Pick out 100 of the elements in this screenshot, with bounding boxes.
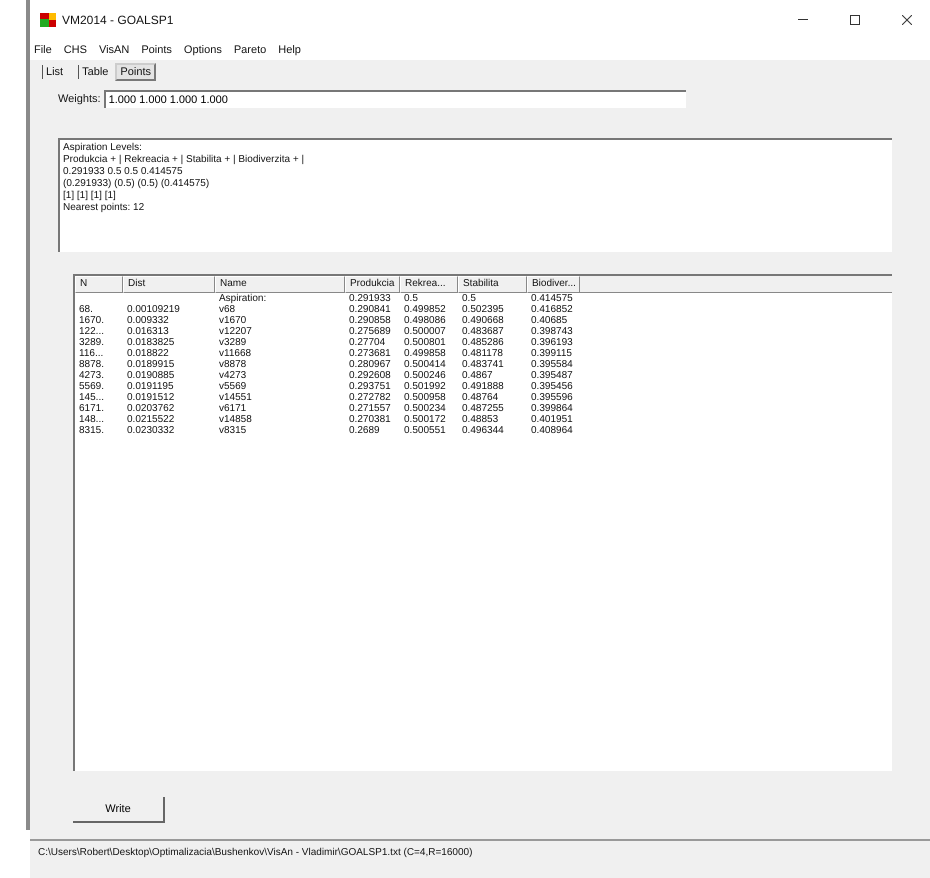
- table-cell-text: v4273: [218, 370, 248, 381]
- table-cell-text: 0.4867: [461, 370, 494, 381]
- table-cell-text: 0.498086: [403, 315, 447, 326]
- table-cell-text: 0.408964: [530, 425, 574, 436]
- table-cell-text: 0.399864: [530, 403, 574, 414]
- table-cell-text: 0.487255: [461, 403, 505, 414]
- table-cell-text: 0.018822: [126, 348, 170, 359]
- text-line: Nearest points: 12: [63, 202, 146, 214]
- minimize-icon[interactable]: [798, 19, 808, 21]
- menu-item[interactable]: Options: [184, 44, 222, 56]
- table-cell-text: 0.2689: [348, 425, 381, 436]
- table-cell-text: 0.500801: [403, 337, 447, 348]
- maximize-icon[interactable]: [850, 15, 860, 25]
- table-cell-text: v14858: [218, 414, 253, 425]
- table-cell-text: 0.0191195: [126, 381, 175, 392]
- table-cell-text: 0.483687: [461, 326, 505, 337]
- table-cell-text: 1670.: [78, 315, 106, 326]
- table-cell-text: v3289: [218, 337, 248, 348]
- table-cell-text: 0.396193: [530, 337, 574, 348]
- table-cell-text: 0.501992: [403, 381, 447, 392]
- table-cell-text: 0.500234: [403, 403, 447, 414]
- table-cell-text: 68.: [78, 304, 94, 315]
- table-cell-text: 0.275689: [348, 326, 392, 337]
- tab[interactable]: Table: [78, 65, 112, 79]
- table-cell-text: 0.0230332: [126, 425, 176, 436]
- tab[interactable]: List: [42, 65, 66, 79]
- table-cell-text: 0.500414: [403, 359, 447, 370]
- table-cell-text: 0.0215522: [126, 414, 176, 425]
- menu-item[interactable]: VisAN: [98, 44, 130, 56]
- table-cell-text: 5569.: [78, 381, 106, 392]
- table-cell-text: 148...: [78, 414, 106, 425]
- app-logo-icon: [40, 13, 56, 27]
- column-header[interactable]: Name: [215, 276, 345, 293]
- table-cell-text: 0.40685: [530, 315, 568, 326]
- table-cell-text: v1670: [218, 315, 248, 326]
- table-cell-text: 3289.: [78, 337, 106, 348]
- window-title: VM2014 - GOALSP1: [62, 13, 174, 27]
- text-line: Aspiration Levels:: [63, 142, 143, 154]
- table-cell-text: 0.499858: [403, 348, 447, 359]
- column-header[interactable]: Biodiver...: [527, 276, 580, 293]
- weights-field[interactable]: 1.000 1.000 1.000 1.000: [104, 90, 686, 108]
- text-line: Produkcia + | Rekreacia + | Stabilita + | Biodiverzita + |: [63, 154, 306, 166]
- column-header[interactable]: Produkcia: [345, 276, 400, 293]
- table-cell-text: 0.395584: [530, 359, 574, 370]
- table-cell-text: 0.290858: [348, 315, 392, 326]
- close-icon[interactable]: [902, 15, 912, 25]
- points-list[interactable]: [73, 274, 892, 771]
- table-cell-text: 0.401951: [530, 414, 574, 425]
- column-header[interactable]: N: [75, 276, 123, 293]
- table-cell-text: 0.416852: [530, 304, 574, 315]
- status-bar: C:\Users\Robert\Desktop\Optimalizacia\Bushenkov\VisAn - Vladimir\GOALSP1.txt (C=4,R=16000): [30, 839, 930, 864]
- menu-item[interactable]: CHS: [64, 44, 87, 56]
- table-cell-text: 0.496344: [461, 425, 505, 436]
- write-button[interactable]: Write: [73, 797, 165, 823]
- table-cell-text: 0.500007: [403, 326, 447, 337]
- table-cell-text: v68: [218, 304, 236, 315]
- table-cell-text: 0.398743: [530, 326, 574, 337]
- menu-item[interactable]: Points: [141, 44, 172, 56]
- text-line: (0.291933) (0.5) (0.5) (0.414575): [63, 178, 210, 190]
- table-cell-text: 0.395487: [530, 370, 574, 381]
- table-cell-text: 145...: [78, 392, 106, 403]
- tab[interactable]: Points: [115, 63, 156, 81]
- table-cell-text: 0.483741: [461, 359, 505, 370]
- table-cell-text: 0.0183825: [126, 337, 176, 348]
- column-header[interactable]: Rekrea...: [400, 276, 458, 293]
- table-cell-text: 0.270381: [348, 414, 392, 425]
- table-cell-text: Aspiration:: [218, 293, 268, 304]
- table-cell-text: 122...: [78, 326, 106, 337]
- menu-item[interactable]: File: [34, 44, 52, 56]
- table-cell-text: 0.481178: [461, 348, 504, 359]
- table-cell-text: v6171: [218, 403, 248, 414]
- table-cell-text: 0.414575: [530, 293, 574, 304]
- table-cell-text: v8878: [218, 359, 248, 370]
- column-header[interactable]: Dist: [123, 276, 215, 293]
- table-cell-text: 0.273681: [348, 348, 392, 359]
- table-cell-text: 0.293751: [348, 381, 392, 392]
- table-cell-text: 0.500246: [403, 370, 447, 381]
- table-cell-text: 0.272782: [348, 392, 392, 403]
- text-line: 0.291933 0.5 0.5 0.414575: [63, 166, 184, 178]
- menu-item[interactable]: Help: [278, 44, 301, 56]
- table-cell-text: v8315: [218, 425, 248, 436]
- table-cell-text: 0.499852: [403, 304, 447, 315]
- column-header[interactable]: Stabilita: [458, 276, 527, 293]
- table-cell-text: 8878.: [78, 359, 106, 370]
- table-cell-text: 0.280967: [348, 359, 392, 370]
- table-cell-text: 6171.: [78, 403, 106, 414]
- table-cell-text: 0.016313: [126, 326, 170, 337]
- aspiration-text-area[interactable]: Aspiration Levels: Produkcia + | Rekreacia + | Stabilita + | Biodiverzita + | 0.291933 0.5 0.5 0.414575 (0.291933) (0.5) (0.5) (0.414575) [1] [1] [1] [1] Nearest points: 12: [58, 138, 892, 252]
- table-cell-text: 0.399115: [530, 348, 573, 359]
- table-cell-text: 0.502395: [461, 304, 505, 315]
- table-cell-text: v14551: [218, 392, 253, 403]
- table-cell-text: 0.0189915: [126, 359, 176, 370]
- menu-item[interactable]: Pareto: [234, 44, 266, 56]
- table-cell-text: v12207: [218, 326, 253, 337]
- table-cell-text: 0.290841: [348, 304, 392, 315]
- table-cell-text: 8315.: [78, 425, 106, 436]
- table-cell-text: 0.490668: [461, 315, 505, 326]
- table-cell-text: 0.500551: [403, 425, 447, 436]
- table-cell-text: 4273.: [78, 370, 106, 381]
- table-cell-text: 116...: [78, 348, 104, 359]
